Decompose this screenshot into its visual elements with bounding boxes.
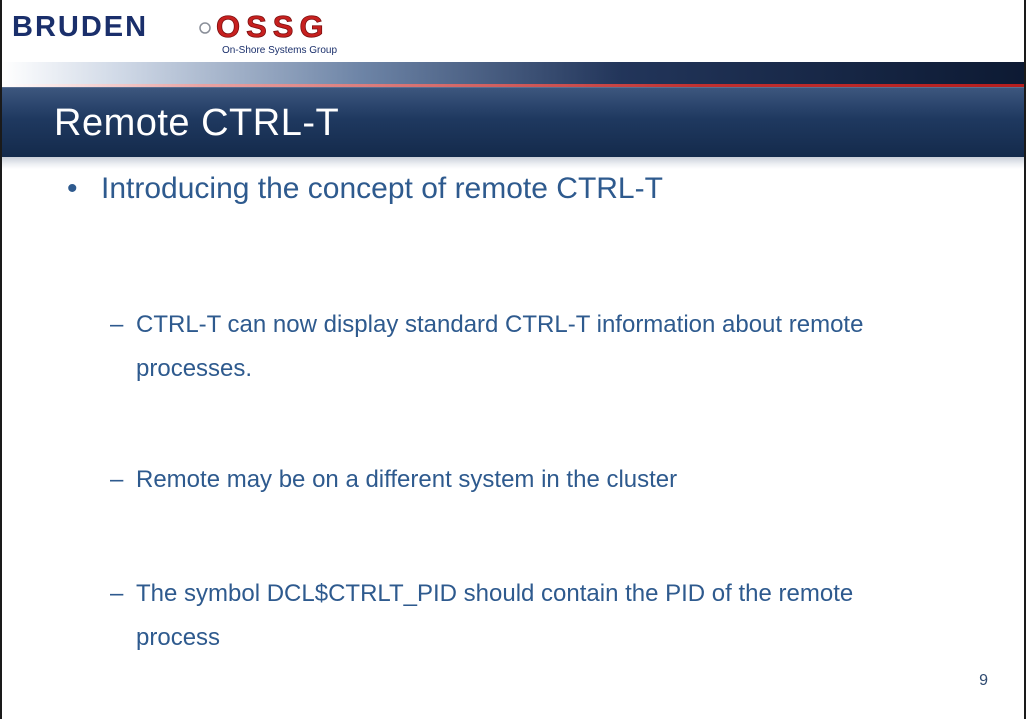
slide: BRUDEN OSSG On-Shore Systems Group Remot… (0, 0, 1026, 719)
slide-content: • Introducing the concept of remote CTRL-… (2, 0, 1024, 719)
bullet-text: Introducing the concept of remote CTRL-T (101, 172, 663, 205)
sub-bullet-item: – Remote may be on a different system in… (110, 458, 930, 502)
dash-icon: – (110, 466, 124, 493)
bullet-dot-icon: • (67, 172, 78, 205)
dash-icon: – (110, 580, 124, 607)
page-number: 9 (979, 672, 988, 689)
sub-bullet-item: – CTRL-T can now display standard CTRL-T… (110, 303, 930, 391)
sub-bullet-text: CTRL-T can now display standard CTRL-T i… (136, 311, 864, 382)
sub-bullet-item: – The symbol DCL$CTRLT_PID should contai… (110, 572, 930, 660)
bullet-item: • Introducing the concept of remote CTRL-… (67, 168, 663, 210)
dash-icon: – (110, 311, 124, 338)
sub-bullet-text: The symbol DCL$CTRLT_PID should contain … (136, 580, 854, 651)
sub-bullet-text: Remote may be on a different system in t… (136, 466, 678, 493)
